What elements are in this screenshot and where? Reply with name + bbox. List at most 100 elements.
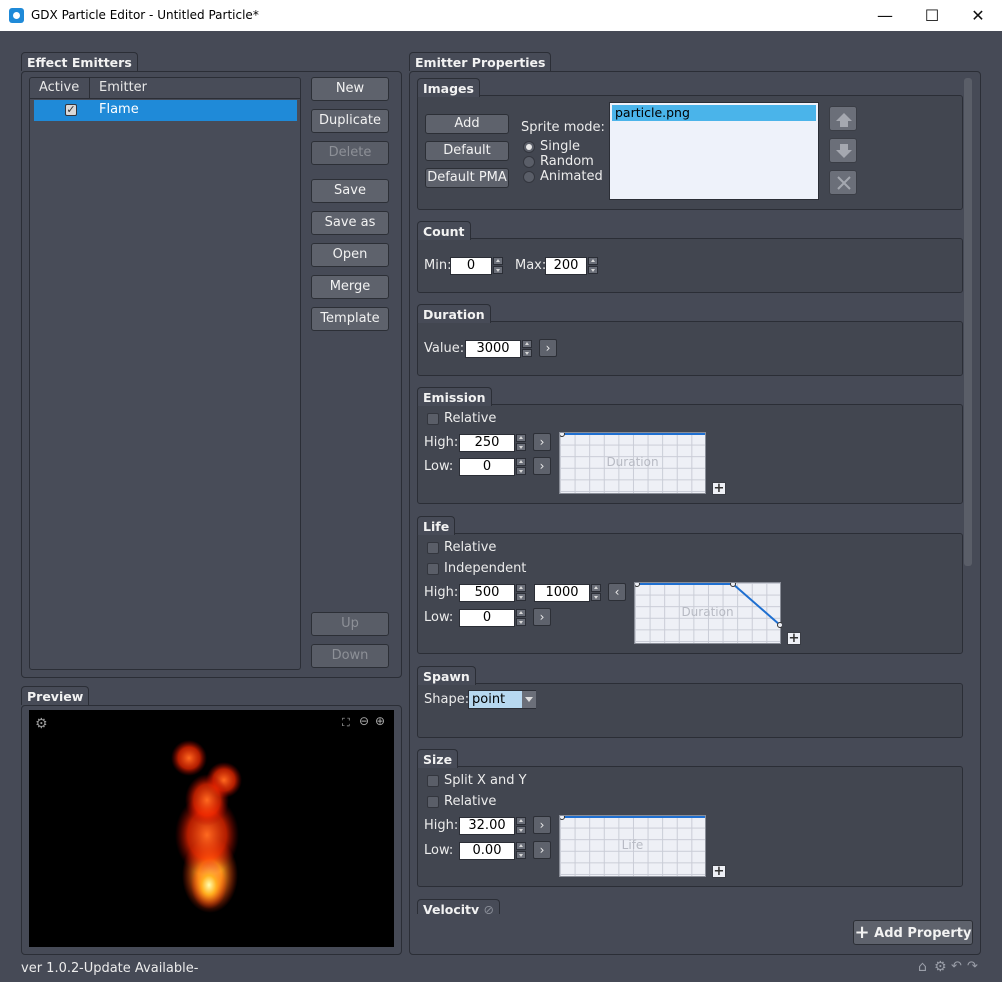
life-high-field[interactable]: 500 bbox=[459, 584, 515, 602]
emission-curve-line bbox=[560, 433, 705, 437]
emission-low-field[interactable]: 0 bbox=[459, 458, 515, 476]
images-tab: Images bbox=[417, 78, 480, 97]
life-collapse-button[interactable]: ‹ bbox=[608, 583, 626, 601]
redo-icon[interactable]: ↷ bbox=[967, 959, 978, 974]
size-low-field[interactable]: 0.00 bbox=[459, 842, 515, 860]
size-relative-checkbox[interactable] bbox=[427, 796, 439, 808]
life-high-label: High: bbox=[424, 585, 459, 600]
size-curve-line bbox=[560, 816, 705, 820]
column-active: Active bbox=[39, 80, 80, 95]
count-min-spinner[interactable] bbox=[493, 257, 503, 275]
spawn-tab: Spawn bbox=[417, 666, 476, 685]
emission-high-spinner[interactable] bbox=[516, 434, 526, 452]
up-button[interactable]: Up bbox=[311, 612, 389, 636]
emitter-list[interactable]: Active Emitter ✓ Flame bbox=[29, 77, 301, 670]
save-button[interactable]: Save bbox=[311, 179, 389, 203]
settings-icon[interactable]: ⚙ bbox=[934, 959, 947, 975]
emission-low-label: Low: bbox=[424, 459, 454, 474]
count-max-label: Max: bbox=[515, 258, 547, 273]
emission-add-point-button[interactable]: + bbox=[712, 482, 726, 495]
effect-emitters-tab: Effect Emitters bbox=[21, 52, 138, 71]
life-independent-checkbox[interactable] bbox=[427, 563, 439, 575]
sprite-mode-single-radio[interactable] bbox=[523, 141, 535, 153]
close-button[interactable]: ✕ bbox=[955, 0, 1001, 31]
image-list[interactable]: particle.png bbox=[609, 102, 819, 200]
duplicate-button[interactable]: Duplicate bbox=[311, 109, 389, 133]
add-image-button[interactable]: Add bbox=[425, 114, 509, 134]
image-list-item[interactable]: particle.png bbox=[612, 105, 816, 121]
sprite-mode-animated-radio[interactable] bbox=[523, 171, 535, 183]
disabled-icon[interactable]: ⊘ bbox=[484, 902, 494, 914]
count-min-field[interactable]: 0 bbox=[450, 257, 492, 275]
size-high-spinner[interactable] bbox=[516, 817, 526, 835]
duration-expand-button[interactable]: › bbox=[539, 339, 557, 357]
down-button[interactable]: Down bbox=[311, 644, 389, 668]
size-high-expand-button[interactable]: › bbox=[533, 816, 551, 834]
settings-gear-icon[interactable]: ⚙ bbox=[35, 716, 48, 732]
open-button[interactable]: Open bbox=[311, 243, 389, 267]
life-curve-line bbox=[635, 583, 782, 628]
properties-scroll-area: Images Add Default Default PMA Sprite mo… bbox=[414, 76, 964, 914]
spawn-shape-select[interactable]: point bbox=[468, 690, 536, 709]
count-tab: Count bbox=[417, 221, 471, 240]
count-max-field[interactable]: 200 bbox=[545, 257, 587, 275]
life-relative-checkbox[interactable] bbox=[427, 542, 439, 554]
life-add-point-button[interactable]: + bbox=[787, 632, 801, 645]
emission-low-spinner[interactable] bbox=[516, 458, 526, 476]
emission-curve-graph[interactable]: Duration bbox=[559, 432, 706, 494]
save-as-button[interactable]: Save as bbox=[311, 211, 389, 235]
sprite-mode-animated-label: Animated bbox=[540, 169, 603, 184]
duration-value-label: Value: bbox=[424, 341, 465, 356]
life-low-label: Low: bbox=[424, 610, 454, 625]
default-pma-button[interactable]: Default PMA bbox=[425, 168, 509, 188]
chevron-down-icon bbox=[522, 691, 536, 708]
preview-canvas[interactable]: ⚙ ⛶ ⊖ ⊕ bbox=[29, 710, 394, 947]
home-icon[interactable]: ⌂ bbox=[918, 959, 927, 975]
update-available-link[interactable]: -Update Available- bbox=[79, 961, 198, 976]
size-split-checkbox[interactable] bbox=[427, 775, 439, 787]
size-low-label: Low: bbox=[424, 843, 454, 858]
default-image-button[interactable]: Default bbox=[425, 141, 509, 161]
emission-high-field[interactable]: 250 bbox=[459, 434, 515, 452]
move-image-up-button[interactable] bbox=[829, 106, 857, 131]
duration-value-field[interactable]: 3000 bbox=[465, 340, 521, 358]
emission-high-expand-button[interactable]: › bbox=[533, 433, 551, 451]
life-low-spinner[interactable] bbox=[516, 609, 526, 627]
zoom-out-icon[interactable]: ⊖ bbox=[359, 714, 369, 728]
template-button[interactable]: Template bbox=[311, 307, 389, 331]
add-property-button[interactable]: + Add Property bbox=[853, 920, 973, 945]
life-high-max-spinner[interactable] bbox=[591, 584, 601, 602]
size-high-field[interactable]: 32.00 bbox=[459, 817, 515, 835]
fullscreen-icon[interactable]: ⛶ bbox=[342, 716, 350, 730]
life-high-max-field[interactable]: 1000 bbox=[534, 584, 590, 602]
list-item[interactable]: ✓ Flame bbox=[34, 100, 297, 121]
minimize-button[interactable]: — bbox=[862, 0, 908, 31]
sprite-mode-random-radio[interactable] bbox=[523, 156, 535, 168]
life-independent-label: Independent bbox=[444, 561, 527, 576]
life-high-spinner[interactable] bbox=[516, 584, 526, 602]
zoom-in-icon[interactable]: ⊕ bbox=[375, 714, 385, 728]
life-curve-graph[interactable]: Duration bbox=[634, 582, 782, 644]
delete-button[interactable]: Delete bbox=[311, 141, 389, 165]
size-add-point-button[interactable]: + bbox=[712, 865, 726, 878]
size-low-spinner[interactable] bbox=[516, 842, 526, 860]
new-button[interactable]: New bbox=[311, 77, 389, 101]
life-tab: Life bbox=[417, 516, 456, 535]
maximize-button[interactable]: ☐ bbox=[909, 0, 955, 31]
life-low-field[interactable]: 0 bbox=[459, 609, 515, 627]
remove-image-button[interactable] bbox=[829, 170, 857, 195]
undo-icon[interactable]: ↶ bbox=[951, 959, 962, 974]
active-checkbox[interactable]: ✓ bbox=[65, 104, 77, 116]
size-low-expand-button[interactable]: › bbox=[533, 841, 551, 859]
emission-low-expand-button[interactable]: › bbox=[533, 457, 551, 475]
life-low-expand-button[interactable]: › bbox=[533, 608, 551, 626]
size-high-label: High: bbox=[424, 818, 459, 833]
merge-button[interactable]: Merge bbox=[311, 275, 389, 299]
count-max-spinner[interactable] bbox=[588, 257, 598, 275]
emission-relative-checkbox[interactable] bbox=[427, 413, 439, 425]
duration-value-spinner[interactable] bbox=[522, 340, 532, 358]
size-curve-graph[interactable]: Life bbox=[559, 815, 706, 877]
velocity-title: Velocity bbox=[423, 902, 480, 914]
move-image-down-button[interactable] bbox=[829, 138, 857, 163]
properties-scrollbar[interactable] bbox=[964, 78, 972, 566]
